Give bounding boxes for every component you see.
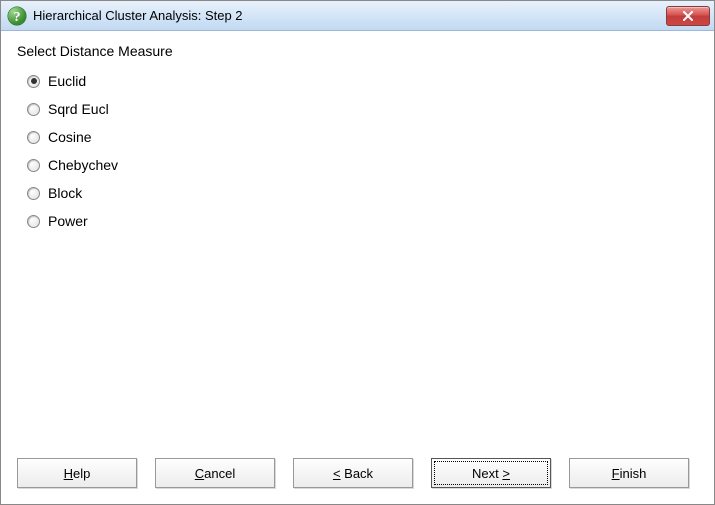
- radio-icon: [27, 103, 40, 116]
- section-label: Select Distance Measure: [17, 43, 698, 59]
- radio-icon: [27, 131, 40, 144]
- radio-icon: [27, 215, 40, 228]
- button-bar: Help Cancel < Back Next > Finish: [1, 448, 714, 504]
- radio-icon: [27, 187, 40, 200]
- distance-measure-group: Euclid Sqrd Eucl Cosine Chebychev Block: [17, 67, 698, 235]
- back-button[interactable]: < Back: [293, 458, 413, 488]
- titlebar: ? Hierarchical Cluster Analysis: Step 2: [1, 1, 714, 31]
- radio-label: Cosine: [48, 129, 92, 145]
- radio-label: Euclid: [48, 73, 86, 89]
- radio-cosine[interactable]: Cosine: [27, 123, 698, 151]
- radio-label: Sqrd Eucl: [48, 101, 109, 117]
- radio-label: Power: [48, 213, 88, 229]
- radio-block[interactable]: Block: [27, 179, 698, 207]
- dialog-window: ? Hierarchical Cluster Analysis: Step 2 …: [0, 0, 715, 505]
- radio-label: Block: [48, 185, 82, 201]
- radio-euclid[interactable]: Euclid: [27, 67, 698, 95]
- close-button[interactable]: [666, 6, 710, 26]
- help-icon: ?: [7, 6, 27, 26]
- radio-chebychev[interactable]: Chebychev: [27, 151, 698, 179]
- radio-icon: [27, 159, 40, 172]
- radio-icon: [27, 75, 40, 88]
- next-button[interactable]: Next >: [431, 458, 551, 488]
- radio-sqrd-eucl[interactable]: Sqrd Eucl: [27, 95, 698, 123]
- finish-button[interactable]: Finish: [569, 458, 689, 488]
- dialog-content: Select Distance Measure Euclid Sqrd Eucl…: [1, 31, 714, 448]
- help-button[interactable]: Help: [17, 458, 137, 488]
- svg-text:?: ?: [14, 10, 21, 25]
- radio-power[interactable]: Power: [27, 207, 698, 235]
- radio-label: Chebychev: [48, 157, 118, 173]
- cancel-button[interactable]: Cancel: [155, 458, 275, 488]
- window-title: Hierarchical Cluster Analysis: Step 2: [33, 8, 666, 23]
- close-icon: [682, 11, 694, 21]
